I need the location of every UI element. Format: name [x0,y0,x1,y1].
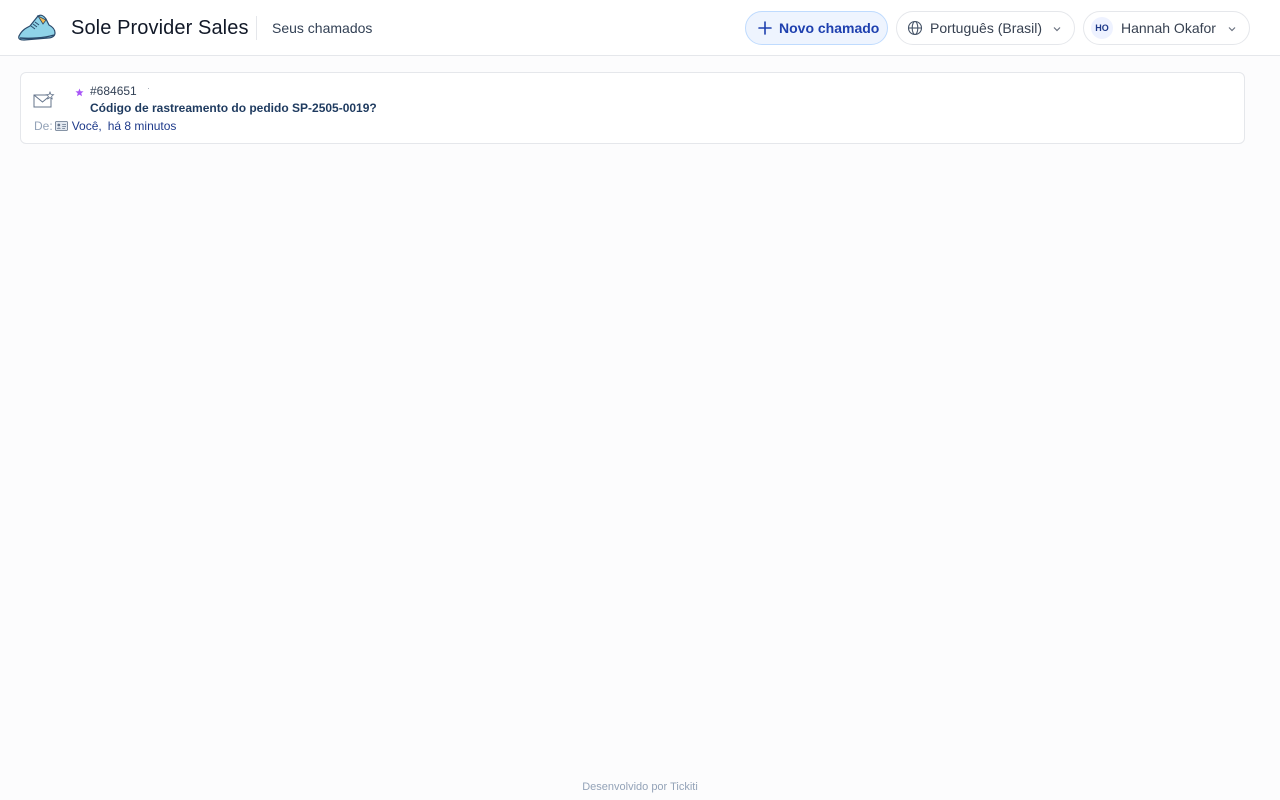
header-divider [256,16,257,40]
user-menu[interactable]: HO Hannah Okafor [1083,11,1250,45]
ticket-subject[interactable]: Código de rastreamento do pedido SP-2505… [90,101,377,115]
mail-star-icon [33,91,55,108]
new-ticket-button[interactable]: Novo chamado [745,11,888,45]
separator-dot: · [147,83,150,93]
contact-card-icon [54,121,68,131]
star-icon [75,88,84,97]
top-header: Sole Provider Sales Seus chamados Novo c… [0,0,1280,56]
powered-by[interactable]: Desenvolvido por Tickiti [0,781,1280,793]
avatar: HO [1091,17,1113,39]
plus-icon [758,21,772,35]
brand-name[interactable]: Sole Provider Sales [71,17,249,40]
new-ticket-label: Novo chamado [779,20,880,36]
language-selector[interactable]: Português (Brasil) [896,11,1075,45]
ticket-meta: De: Você, há 8 minutos [34,119,176,133]
chevron-down-icon [1053,27,1061,32]
globe-icon [907,20,923,36]
sneaker-logo-icon[interactable] [16,12,56,44]
from-name: Você, [71,119,102,133]
ticket-time: há 8 minutos [107,119,177,133]
ticket-id[interactable]: #684651 [90,84,137,98]
ticket-card[interactable]: #684651 · Código de rastreamento do pedi… [20,72,1245,144]
from-label: De: [34,119,53,133]
language-label: Português (Brasil) [930,20,1043,36]
nav-your-tickets[interactable]: Seus chamados [272,20,372,36]
chevron-down-icon [1228,27,1236,32]
user-name: Hannah Okafor [1121,20,1216,36]
